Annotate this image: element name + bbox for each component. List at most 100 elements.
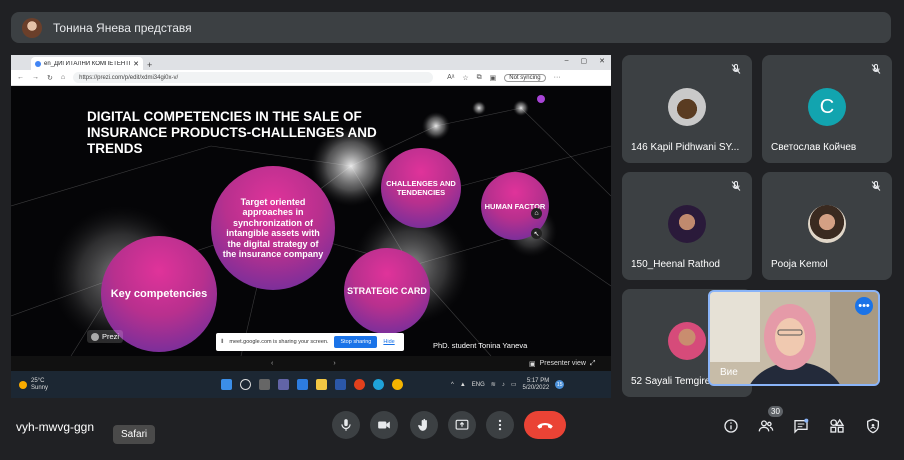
maximize-icon[interactable]: ▢ [581,57,588,65]
tray-chevron-icon[interactable]: ^ [451,382,454,388]
next-step-icon[interactable]: › [333,360,335,367]
read-aloud-icon[interactable]: Aᵃ [447,74,454,81]
search-icon[interactable] [240,379,251,390]
home-icon[interactable]: ⌂ [61,74,65,81]
hang-up-icon [537,423,553,429]
browser-toolbar-right: Aᵃ ☆ ⧉ ▣ Not syncing ··· [447,73,561,82]
notification-badge[interactable]: 15 [555,380,565,389]
people-icon [758,420,774,432]
reload-icon[interactable]: ↻ [47,74,53,82]
people-button[interactable] [757,417,775,435]
participant-tile[interactable]: 146 Kapil Pidhwani SY... [622,55,752,163]
extensions-icon[interactable]: ⧉ [477,74,482,82]
activities-button[interactable] [828,417,846,435]
chat-icon [794,418,809,434]
task-view-icon[interactable] [259,379,270,390]
back-icon[interactable]: ← [17,74,24,81]
sun-icon [19,380,27,389]
more-vert-icon [498,419,502,431]
prezi-favicon-icon [35,60,41,67]
new-tab-icon[interactable]: + [147,60,152,70]
chat-button[interactable] [792,417,810,435]
window-controls: – ▢ ✕ [565,57,605,65]
not-syncing-button[interactable]: Not syncing [504,73,546,82]
presenter-view-icon: ▣ [529,360,536,368]
circle-strategic-card[interactable]: STRATEGIC CARD [344,248,430,334]
windows-taskbar: 25°C Sunny ^ ▲ ENG ≋ ♪ ▭ 5:17 PM 5/20/20… [11,371,611,398]
favorite-icon[interactable]: ☆ [462,74,468,82]
camera-button[interactable] [370,411,398,439]
mic-off-icon [871,180,881,191]
edge-icon[interactable] [373,379,384,390]
wifi-icon[interactable]: ≋ [491,381,496,388]
collections-icon[interactable]: ▣ [490,74,497,82]
battery-icon[interactable]: ▭ [511,381,517,388]
file-explorer-icon[interactable] [316,379,327,390]
clock-date: 5/20/2022 [522,384,550,391]
stop-sharing-button[interactable]: Stop sharing [334,336,378,348]
presenter-text: Тонина Янева представя [53,20,192,35]
participant-tile[interactable]: 150_Heenal Rathod [622,172,752,280]
end-call-button[interactable] [524,411,566,439]
meeting-info-button[interactable] [722,417,740,435]
browser-tab[interactable]: en_ДИГИТАЛНИ КОМПЕТЕНТН ✕ [31,57,143,70]
prezi-nav: ‹ › [271,360,336,367]
tab-close-icon[interactable]: ✕ [133,60,139,68]
minimize-icon[interactable]: – [565,57,569,65]
participant-letter-avatar: C [808,88,846,126]
meeting-code: vyh-mwvg-ggn [16,420,95,434]
windows-start-icon[interactable] [221,379,232,390]
presenter-avatar [22,17,42,38]
url-text: https://prezi.com/p/edit/xdmi34gi0x-v/ [79,74,179,81]
more-options-icon[interactable]: ••• [855,297,873,315]
prezi-logo-icon [91,332,99,341]
prev-step-icon[interactable]: ‹ [271,360,273,367]
taskbar-apps [221,379,403,390]
mic-icon [341,419,351,431]
weather-desc: Sunny [31,384,49,391]
hide-notice-link[interactable]: Hide [383,339,394,345]
teams-icon[interactable] [278,379,289,390]
prezi-pointer-icon[interactable]: ↖ [531,228,542,239]
tray-apps-icon[interactable]: ▲ [460,382,466,388]
present-button[interactable] [448,411,476,439]
mic-button[interactable] [332,411,360,439]
shield-icon [867,418,879,434]
slide-title: DIGITAL COMPETENCIES IN THE SALE OF INSU… [87,109,377,156]
taskbar-clock[interactable]: 5:17 PM 5/20/2022 [523,378,550,392]
forward-icon[interactable]: → [32,74,39,81]
fullscreen-icon[interactable]: ⤢ [590,360,596,368]
host-controls-button[interactable] [864,417,882,435]
self-name: Вие [720,367,738,378]
self-view-tile[interactable]: ••• Вие [708,290,880,386]
prezi-logo-text: Prezi [102,332,120,341]
chrome-icon[interactable] [392,379,403,390]
prezi-home-icon[interactable]: ⌂ [531,208,542,219]
volume-icon[interactable]: ♪ [502,382,505,388]
weather-widget[interactable]: 25°C Sunny [19,378,48,392]
weather-temp: 25°C [31,377,45,384]
raise-hand-button[interactable] [410,411,438,439]
window-close-icon[interactable]: ✕ [599,57,605,65]
prezi-logo: Prezi [87,330,124,343]
info-icon [724,419,738,433]
store-icon[interactable] [297,379,308,390]
safari-tooltip: Safari [113,425,156,444]
participant-avatar [808,205,846,243]
circle-target[interactable]: Target oriented approaches in synchroniz… [211,166,335,290]
url-field[interactable]: https://prezi.com/p/edit/xdmi34gi0x-v/ [73,72,434,83]
shared-screen: en_ДИГИТАЛНИ КОМПЕТЕНТН ✕ + – ▢ ✕ ← → ↻ … [11,55,611,398]
participant-avatar [668,205,706,243]
participant-tile[interactable]: C Светослав Койчев [762,55,892,163]
tray-lang[interactable]: ENG [472,382,485,388]
share-notice-icon: ⦀ [221,338,224,345]
word-icon[interactable] [335,379,346,390]
opera-icon[interactable] [354,379,365,390]
camera-icon [378,421,390,429]
browser-menu-icon[interactable]: ··· [554,74,561,81]
circle-challenges[interactable]: CHALLENGES AND TENDENCIES [381,148,461,228]
participant-tile[interactable]: Pooja Kemol [762,172,892,280]
presenter-view-button[interactable]: ▣ Presenter view ⤢ [529,360,596,368]
more-button[interactable] [486,411,514,439]
present-icon [455,419,469,430]
